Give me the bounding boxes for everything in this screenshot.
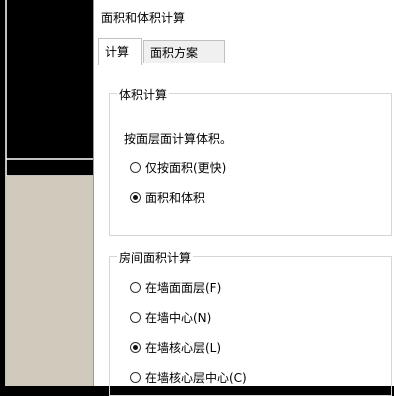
tab-strip: 计算 面积方案 <box>94 38 394 65</box>
radio-button[interactable] <box>130 162 141 173</box>
radio-label: 面积和体积 <box>145 191 206 205</box>
volume-group-title: 体积计算 <box>117 86 170 103</box>
radio-button-checked[interactable] <box>130 192 141 203</box>
dialog-title: 面积和体积计算 <box>101 11 186 25</box>
radio-label: 在墙面面层(F) <box>145 281 222 295</box>
volume-group: 体积计算 按面层面计算体积。 仅按面积(更快) 面积和体积 <box>109 86 392 236</box>
cad-room-fill <box>6 176 94 386</box>
radio-label: 在墙中心(N) <box>145 311 212 325</box>
tab-compute[interactable]: 计算 <box>98 38 142 65</box>
room-area-group: 房间面积计算 在墙面面层(F) 在墙中心(N) 在墙核心层(L) 在墙核心层中心… <box>109 249 392 396</box>
radio-label: 在墙核心层(L) <box>145 341 222 355</box>
tab-area-schemes[interactable]: 面积方案 <box>143 40 225 63</box>
area-volume-dialog: 面积和体积计算 计算 面积方案 体积计算 按面层面计算体积。 仅按面积(更快) … <box>93 0 394 396</box>
radio-button[interactable] <box>130 312 141 323</box>
radio-label: 仅按面积(更快) <box>145 161 227 175</box>
compute-panel: 体积计算 按面层面计算体积。 仅按面积(更快) 面积和体积 房间面积计算 在墙面… <box>94 64 394 396</box>
radio-button[interactable] <box>130 282 141 293</box>
radio-button-checked[interactable] <box>130 342 141 353</box>
radio-label: 在墙核心层中心(C) <box>145 371 247 385</box>
volume-description: 按面层面计算体积。 <box>124 132 233 146</box>
room-area-group-title: 房间面积计算 <box>117 249 194 266</box>
radio-button[interactable] <box>130 372 141 383</box>
